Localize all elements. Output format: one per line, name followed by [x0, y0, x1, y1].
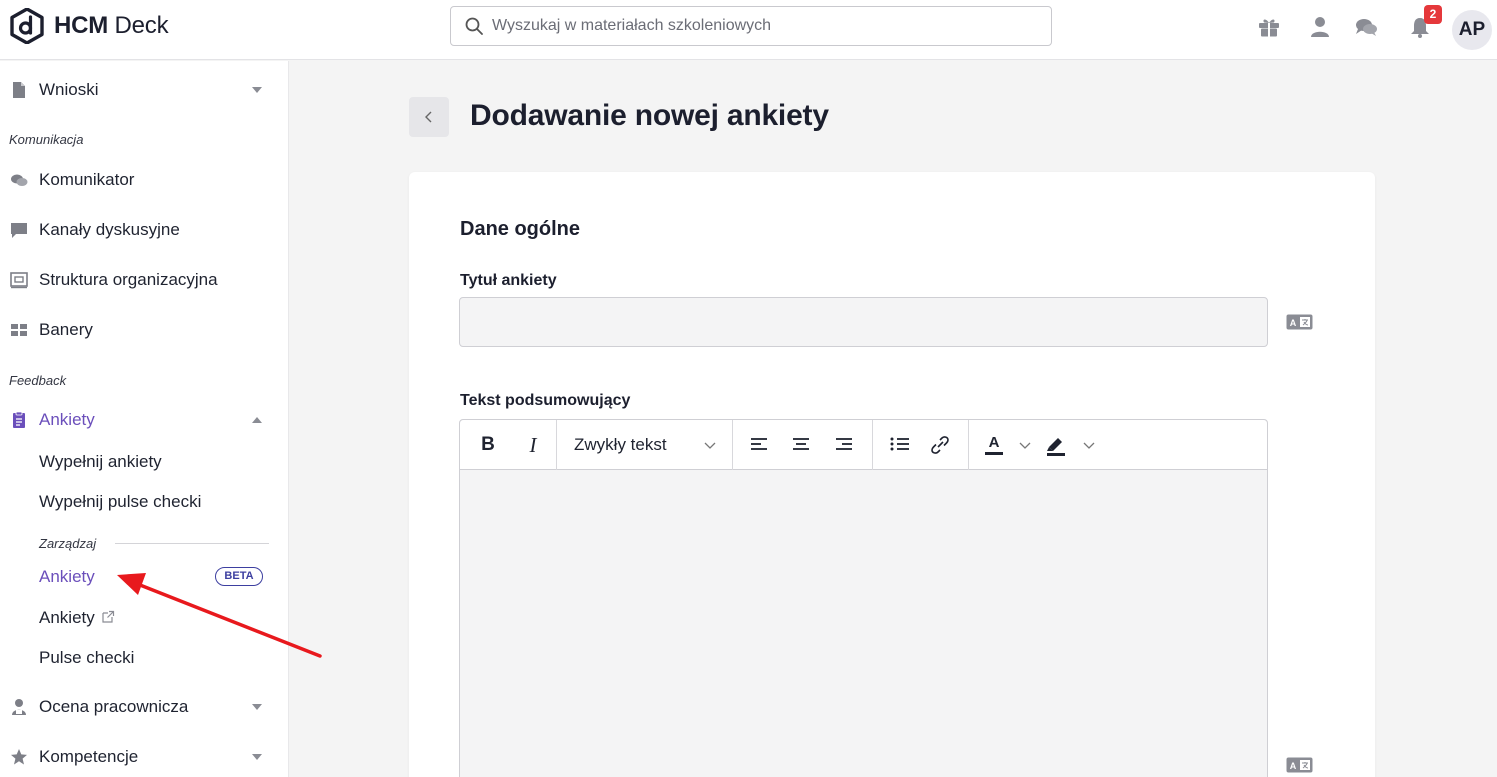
rich-text-editor[interactable]: B I Zwykły tekst A — [459, 419, 1268, 777]
chat-icon[interactable] — [1354, 16, 1378, 38]
sidebar-item-label: Struktura organizacyjna — [39, 270, 218, 289]
sidebar-item-banery[interactable]: Banery — [0, 315, 289, 345]
sidebar-subitem-wypelnij-ankiety[interactable]: Wypełnij ankiety — [39, 452, 162, 472]
employee-review-icon — [12, 699, 26, 715]
sidebar-item-label: Kanały dyskusyjne — [39, 220, 180, 239]
section-zarzadzaj: Zarządzaj — [39, 536, 97, 551]
logo[interactable]: HCM Deck — [9, 8, 169, 44]
chevron-down-icon[interactable] — [1083, 433, 1095, 457]
user-avatar[interactable]: AP — [1452, 10, 1492, 50]
bold-button[interactable]: B — [480, 433, 496, 457]
section-komunikacja: Komunikacja — [9, 132, 84, 147]
chat-icon — [11, 174, 28, 186]
translate-icon[interactable]: A — [1286, 314, 1313, 330]
logo-text: HCM Deck — [54, 12, 169, 39]
sidebar-subitem-manage-ankiety[interactable]: Ankiety — [39, 567, 95, 587]
grid-icon — [11, 324, 27, 336]
editor-toolbar: B I Zwykły tekst A — [460, 420, 1267, 470]
block-format-select[interactable]: Zwykły tekst — [574, 435, 667, 455]
survey-title-input[interactable] — [459, 297, 1268, 347]
sidebar-item-label: Ankiety — [39, 608, 95, 627]
notification-badge: 2 — [1424, 5, 1442, 24]
sidebar-subitem-ankiety-external[interactable]: Ankiety — [39, 608, 115, 628]
search-box[interactable] — [450, 6, 1052, 46]
clipboard-icon — [13, 411, 25, 428]
font-color-button[interactable]: A — [985, 433, 1003, 457]
section-title: Dane ogólne — [460, 218, 581, 240]
top-header: HCM Deck 2 AP — [0, 0, 1497, 60]
font-color-letter: A — [988, 434, 1000, 451]
toolbar-separator — [556, 420, 557, 470]
sidebar-item-label: Komunikator — [39, 170, 135, 189]
sidebar-item-struktura[interactable]: Struktura organizacyjna — [0, 265, 289, 295]
sidebar-item-label: Kompetencje — [39, 747, 139, 766]
page-title: Dodawanie nowej ankiety — [470, 99, 829, 132]
toolbar-separator — [872, 420, 873, 470]
translate-icon[interactable]: A — [1286, 757, 1313, 773]
chevron-down-icon[interactable] — [704, 433, 716, 457]
chevron-down-icon[interactable] — [1019, 433, 1031, 457]
chevron-left-icon — [425, 111, 432, 123]
search-icon — [465, 17, 483, 35]
chevron-down-icon — [252, 87, 262, 93]
sidebar-subitem-wypelnij-pulse[interactable]: Wypełnij pulse checki — [39, 492, 201, 512]
highlighter-icon[interactable] — [1045, 433, 1067, 457]
external-link-icon — [102, 610, 115, 623]
chevron-down-icon — [252, 704, 262, 710]
sidebar: Wnioski Komunikacja Komunikator Kanały d… — [0, 61, 289, 777]
chevron-down-icon — [252, 754, 262, 760]
link-icon[interactable] — [929, 433, 951, 457]
sidebar-item-komunikator[interactable]: Komunikator — [0, 165, 289, 195]
align-left-icon[interactable] — [749, 433, 769, 457]
sidebar-item-label: Ankiety — [39, 410, 95, 429]
align-right-icon[interactable] — [834, 433, 854, 457]
sidebar-item-kanaly[interactable]: Kanały dyskusyjne — [0, 215, 289, 245]
back-button[interactable] — [409, 97, 449, 137]
svg-text:A: A — [1290, 761, 1297, 771]
document-icon — [13, 82, 25, 98]
italic-button[interactable]: I — [526, 433, 540, 457]
sidebar-item-label: Banery — [39, 320, 93, 339]
font-color-swatch — [985, 452, 1003, 455]
org-structure-icon — [10, 272, 28, 289]
bulleted-list-icon[interactable] — [889, 433, 911, 457]
beta-badge: BETA — [215, 567, 263, 586]
toolbar-separator — [732, 420, 733, 470]
star-icon — [11, 749, 27, 765]
sidebar-subitem-pulse-checki[interactable]: Pulse checki — [39, 648, 134, 668]
sidebar-item-label: Wnioski — [39, 80, 99, 99]
toolbar-separator — [968, 420, 969, 470]
user-icon[interactable] — [1308, 16, 1332, 38]
sidebar-item-wnioski[interactable]: Wnioski — [0, 75, 289, 105]
comment-icon — [11, 223, 27, 238]
sidebar-item-ocena[interactable]: Ocena pracownicza — [0, 692, 289, 722]
hcm-deck-logo-icon — [10, 8, 44, 44]
divider — [115, 543, 269, 544]
chevron-up-icon — [252, 417, 262, 423]
sidebar-item-label: Ocena pracownicza — [39, 697, 189, 716]
section-feedback: Feedback — [9, 373, 67, 388]
svg-text:A: A — [1290, 318, 1297, 328]
search-input[interactable] — [492, 17, 1032, 35]
summary-label: Tekst podsumowujący — [460, 392, 631, 409]
sidebar-item-kompetencje[interactable]: Kompetencje — [0, 742, 289, 772]
align-center-icon[interactable] — [791, 433, 811, 457]
gift-icon[interactable] — [1257, 16, 1281, 38]
sidebar-item-ankiety[interactable]: Ankiety — [0, 405, 289, 435]
title-label: Tytuł ankiety — [460, 272, 557, 289]
